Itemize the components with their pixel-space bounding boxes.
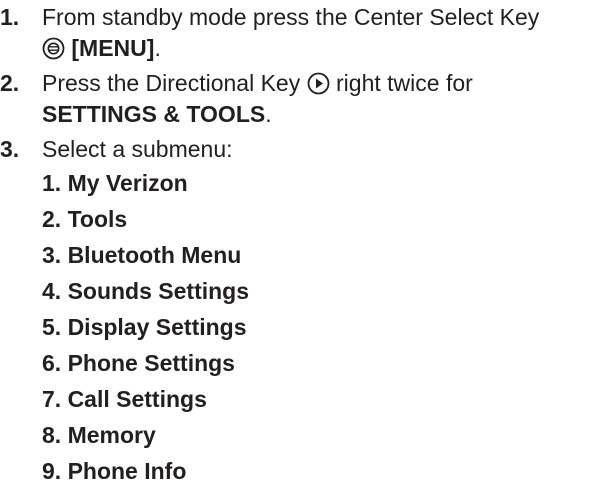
submenu-item-tools: 2. Tools <box>42 206 128 232</box>
submenu-list: 1. My Verizon 2. Tools 3. Bluetooth Menu… <box>0 165 591 489</box>
step-2: 2. Press the Directional Key right twice… <box>0 68 591 130</box>
instructions: 1. From standby mode press the Center Se… <box>0 2 591 489</box>
step-1: 1. From standby mode press the Center Se… <box>0 2 591 64</box>
step-text: Select a submenu: <box>42 136 233 162</box>
step-1-line-1: From standby mode press the Center Selec… <box>42 2 591 33</box>
step-2-line-2: SETTINGS & TOOLS. <box>42 99 591 130</box>
step-text: Press the Directional Key <box>42 70 301 96</box>
submenu-item-bluetooth-menu: 3. Bluetooth Menu <box>42 242 242 268</box>
submenu-item-memory: 8. Memory <box>42 422 156 448</box>
step-1-line-2: [MENU]. <box>42 33 591 64</box>
submenu-item-call-settings: 7. Call Settings <box>42 386 207 412</box>
step-number: 2. <box>0 70 20 96</box>
step-text: From standby mode press the Center Selec… <box>42 4 540 30</box>
submenu-item-phone-settings: 6. Phone Settings <box>42 350 235 376</box>
step-2-line-1: Press the Directional Key right twice fo… <box>42 68 591 99</box>
step-number: 1. <box>0 4 20 30</box>
punctuation: . <box>265 101 272 127</box>
submenu-item-sounds-settings: 4. Sounds Settings <box>42 278 250 304</box>
menu-key-label: [MENU] <box>71 35 155 61</box>
submenu-item-phone-info: 9. Phone Info <box>42 458 187 484</box>
submenu-item-display-settings: 5. Display Settings <box>42 314 247 340</box>
step-3: 3. Select a submenu: <box>0 134 591 165</box>
directional-key-right-icon <box>307 72 330 95</box>
settings-tools-label: SETTINGS & TOOLS <box>42 101 266 127</box>
punctuation: . <box>154 35 161 61</box>
step-text: right twice for <box>336 70 473 96</box>
step-number: 3. <box>0 136 20 162</box>
center-select-key-icon <box>42 37 65 60</box>
submenu-item-my-verizon: 1. My Verizon <box>42 170 188 196</box>
